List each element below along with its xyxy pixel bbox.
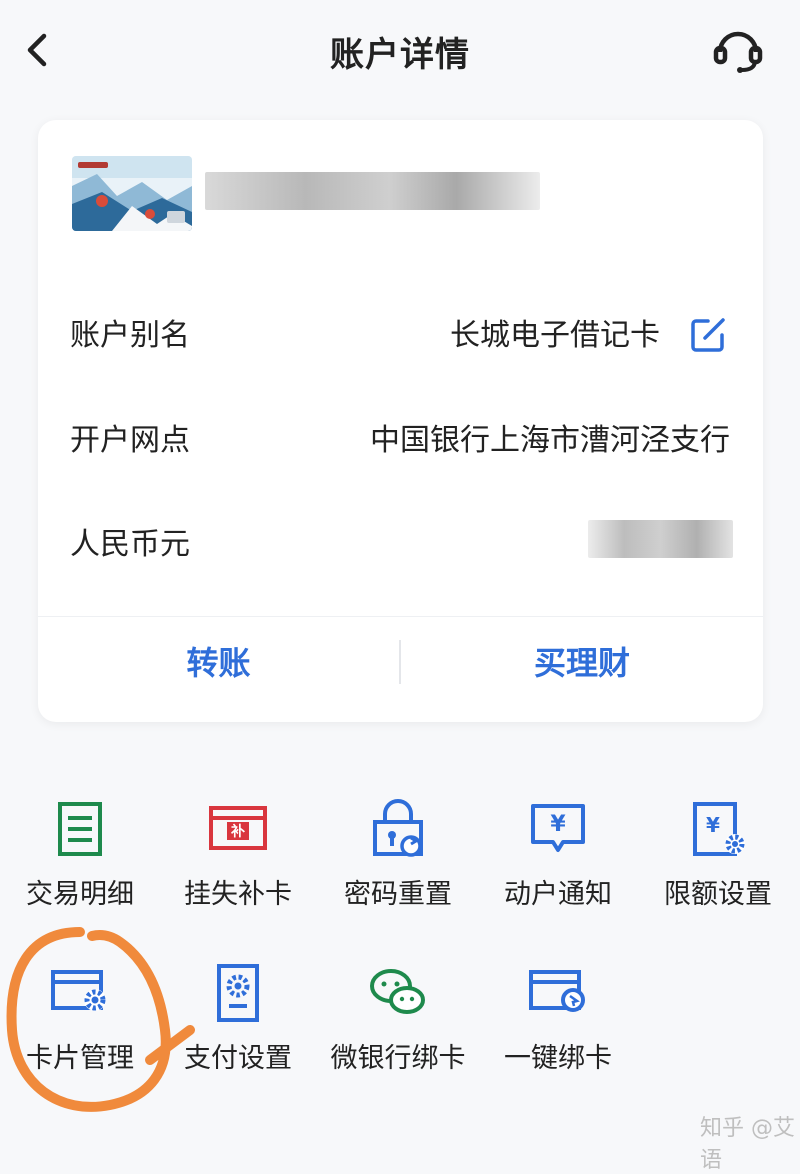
service-report-loss[interactable]: 补 挂失补卡 <box>158 798 318 948</box>
customer-service-headset-icon[interactable] <box>710 24 766 76</box>
wechat-bind-icon <box>370 969 425 1014</box>
branch-value: 中国银行上海市漕河泾支行 <box>370 423 730 458</box>
service-password-reset[interactable]: 密码重置 <box>318 798 478 948</box>
service-label: 一键绑卡 <box>504 1043 612 1074</box>
service-label: 密码重置 <box>344 879 452 910</box>
password-reset-icon <box>373 799 423 857</box>
currency-label: 人民币元 <box>70 527 190 562</box>
buy-wealth-button[interactable]: 买理财 <box>401 618 763 708</box>
svg-text:¥: ¥ <box>706 813 720 837</box>
one-click-bind-icon <box>529 970 585 1012</box>
card-divider <box>38 616 763 617</box>
account-alias-row: 账户别名 长城电子借记卡 <box>70 300 730 360</box>
service-label: 挂失补卡 <box>184 879 292 910</box>
card-management-icon <box>51 970 106 1011</box>
service-label: 卡片管理 <box>26 1043 134 1074</box>
transfer-button[interactable]: 转账 <box>38 618 399 708</box>
transaction-details-icon <box>58 802 102 856</box>
card-actions: 转账 买理财 <box>38 618 763 718</box>
service-limit-settings[interactable]: ¥ 限额设置 <box>638 798 798 948</box>
report-loss-icon: 补 <box>209 806 267 850</box>
account-alias-label: 账户别名 <box>70 318 190 353</box>
service-label: 限额设置 <box>664 879 772 910</box>
service-transaction-details[interactable]: 交易明细 <box>0 798 160 948</box>
branch-label: 开户网点 <box>70 423 190 458</box>
watermark: 知乎 @艾语 <box>700 1116 795 1173</box>
report-loss-badge: 补 <box>230 823 245 840</box>
service-label: 动户通知 <box>504 879 612 910</box>
page-title: 账户详情 <box>330 35 470 75</box>
account-alias-value: 长城电子借记卡 <box>450 318 660 353</box>
service-label: 交易明细 <box>26 879 134 910</box>
top-bar: 账户详情 <box>0 0 800 100</box>
service-card-management[interactable]: 卡片管理 <box>0 962 160 1112</box>
bank-card-image <box>72 156 192 231</box>
service-label: 支付设置 <box>184 1043 292 1074</box>
service-wechat-bind[interactable]: 微银行绑卡 <box>318 962 478 1112</box>
service-account-notice[interactable]: ¥ 动户通知 <box>478 798 638 948</box>
service-one-click-bind[interactable]: 一键绑卡 <box>478 962 638 1112</box>
edit-alias-icon[interactable] <box>688 315 728 355</box>
account-notice-icon: ¥ <box>531 804 585 852</box>
masked-balance <box>588 520 733 558</box>
payment-settings-icon <box>217 964 259 1022</box>
svg-text:¥: ¥ <box>550 812 566 837</box>
limit-settings-icon: ¥ <box>693 802 745 856</box>
masked-card-number <box>205 172 540 210</box>
service-label: 微银行绑卡 <box>330 1043 466 1074</box>
branch-row: 开户网点 中国银行上海市漕河泾支行 <box>70 405 730 465</box>
service-payment-settings[interactable]: 支付设置 <box>158 962 318 1112</box>
